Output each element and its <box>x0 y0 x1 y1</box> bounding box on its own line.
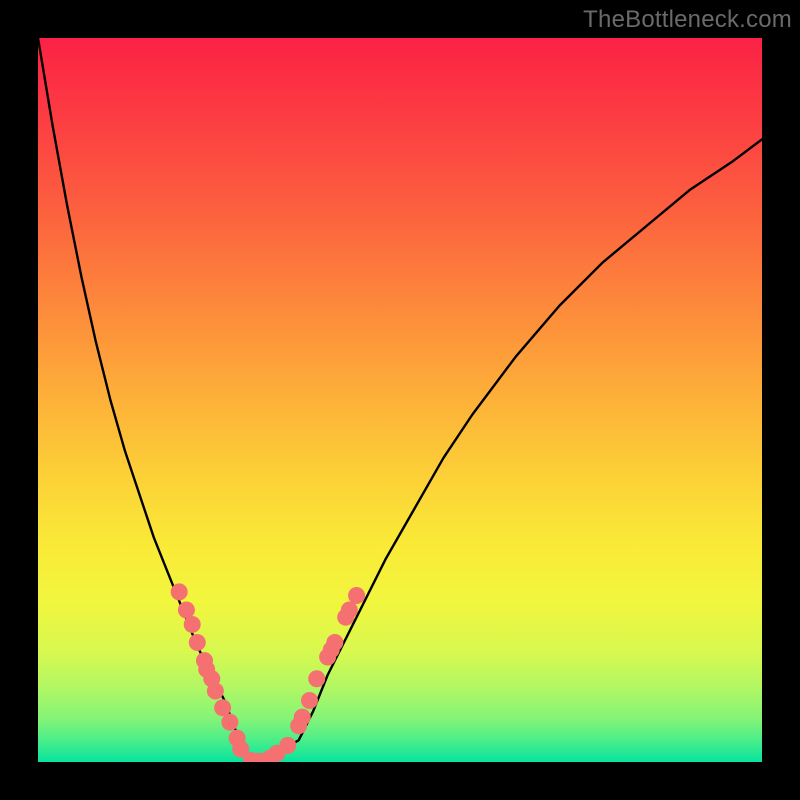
data-marker <box>294 709 311 726</box>
data-marker <box>207 683 224 700</box>
data-marker <box>348 587 365 604</box>
marker-group <box>171 583 365 762</box>
chart-svg <box>38 38 762 762</box>
data-marker <box>178 601 195 618</box>
bottleneck-curve <box>38 38 762 762</box>
data-marker <box>308 670 325 687</box>
chart-frame: TheBottleneck.com <box>0 0 800 800</box>
data-marker <box>301 692 318 709</box>
data-marker <box>189 634 206 651</box>
data-marker <box>326 634 343 651</box>
data-marker <box>279 737 296 754</box>
data-marker <box>214 699 231 716</box>
data-marker <box>184 616 201 633</box>
data-marker <box>341 601 358 618</box>
plot-area <box>38 38 762 762</box>
data-marker <box>221 714 238 731</box>
watermark-text: TheBottleneck.com <box>583 6 792 34</box>
data-marker <box>171 583 188 600</box>
